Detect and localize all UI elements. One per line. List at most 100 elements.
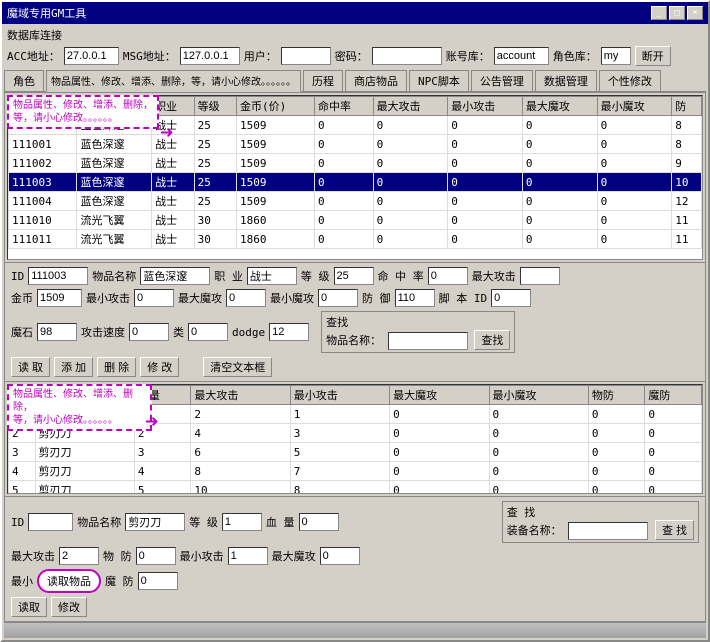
lower-modify-button[interactable]: 修改 <box>51 597 87 617</box>
col-price: 金币(价) <box>237 97 315 116</box>
db-input[interactable] <box>494 47 549 65</box>
status-bar <box>4 622 706 638</box>
pwd-input[interactable] <box>372 47 442 65</box>
upper-table-row[interactable]: 111003蓝色深邃战士2515090000010 <box>9 173 702 192</box>
lower-maxatk-label: 最大攻击 <box>11 548 55 564</box>
lower-min-label: 最小 <box>11 573 33 589</box>
menu-db[interactable]: 数据库连接 <box>7 29 62 42</box>
lower-level-input[interactable] <box>222 513 262 531</box>
upper-dodge-input[interactable] <box>269 323 309 341</box>
lower-pdef-input[interactable] <box>136 547 176 565</box>
upper-hit-input[interactable] <box>428 267 468 285</box>
add-button[interactable]: 添 加 <box>54 357 93 377</box>
user-input[interactable] <box>281 47 331 65</box>
upper-table-row[interactable]: 111004蓝色深邃战士2515090000012 <box>9 192 702 211</box>
equip-name-input[interactable] <box>568 522 648 540</box>
minimize-button[interactable]: _ <box>651 6 667 20</box>
upper-level-input[interactable] <box>334 267 374 285</box>
tab-shop[interactable]: 商店物品 <box>345 70 407 91</box>
upper-def-label: 防 御 <box>362 290 391 306</box>
upper-stone-input[interactable] <box>37 323 77 341</box>
search-name-input[interactable] <box>388 332 468 350</box>
upper-gold-input[interactable] <box>37 289 82 307</box>
maximize-button[interactable]: □ <box>669 6 685 20</box>
lower-search-label: 查 找 <box>507 506 536 519</box>
upper-speed-input[interactable] <box>129 323 169 341</box>
acc-input[interactable] <box>64 47 119 65</box>
col-minmatk: 最小魔攻 <box>597 97 672 116</box>
lower-id-input[interactable] <box>28 513 73 531</box>
lower-table-row[interactable]: 2剪刃刀2430000 <box>9 424 702 443</box>
lower-read-button[interactable]: 读取 <box>11 597 47 617</box>
lower-table-row[interactable]: 1剪刃刀1210000 <box>9 405 702 424</box>
upper-type-input[interactable] <box>188 323 228 341</box>
tab-custom[interactable]: 个性修改 <box>599 70 661 91</box>
upper-minatk-input[interactable] <box>134 289 174 307</box>
upper-minmatk-label: 最小魔攻 <box>270 290 314 306</box>
upper-foot-label: 脚 本 ID <box>439 290 488 306</box>
tab-announce[interactable]: 公告管理 <box>471 70 533 91</box>
lower-table-container[interactable]: 物品名称 血量 最大攻击 最小攻击 最大魔攻 最小魔攻 物防 魔防 <box>7 384 703 494</box>
lower-search-button[interactable]: 查 找 <box>655 520 694 540</box>
upper-minmatk-input[interactable] <box>318 289 358 307</box>
tab-item[interactable]: 物品属性、修改、增添、删除，等，请小心修改。。。。。。 <box>46 70 301 92</box>
lower-section: 物品属性、修改、增添、删除，等，请小心修改。。。。。。 ➜ 物品名称 血量 <box>5 381 705 621</box>
lower-maxatk-input[interactable] <box>59 547 99 565</box>
upper-table-row[interactable]: 111001蓝色深邃战士251509000008 <box>9 135 702 154</box>
upper-id-input[interactable] <box>28 267 88 285</box>
clear-button[interactable]: 清空文本框 <box>203 357 272 377</box>
delete-button[interactable]: 删 除 <box>97 357 136 377</box>
modify-button[interactable]: 修 改 <box>140 357 179 377</box>
upper-name-input[interactable] <box>140 267 210 285</box>
upper-maxatk-input[interactable] <box>520 267 560 285</box>
lower-table-row[interactable]: 3剪刃刀3650000 <box>9 443 702 462</box>
title-bar-buttons: _ □ × <box>651 6 703 20</box>
col-maxatk: 最大攻击 <box>373 97 448 116</box>
role-input[interactable] <box>601 47 631 65</box>
tab-npc[interactable]: NPC脚本 <box>409 70 469 91</box>
lower-id-label: ID <box>11 516 24 529</box>
lower-hp-input[interactable] <box>299 513 339 531</box>
upper-job-input[interactable] <box>247 267 297 285</box>
msg-input[interactable] <box>180 47 240 65</box>
upper-name-label: 物品名称 <box>92 268 136 284</box>
upper-speed-label: 攻击速度 <box>81 324 125 340</box>
read-button[interactable]: 读 取 <box>11 357 50 377</box>
menu-bar[interactable]: 数据库连接 <box>4 26 706 44</box>
col-minatk: 最小攻击 <box>448 97 523 116</box>
lower-mdef-input[interactable] <box>138 572 178 590</box>
upper-maxmatk-input[interactable] <box>226 289 266 307</box>
lower-minatk-input[interactable] <box>228 547 268 565</box>
col-hit: 命中率 <box>315 97 374 116</box>
search-button[interactable]: 查找 <box>474 330 510 350</box>
upper-foot-input[interactable] <box>491 289 531 307</box>
lcol-name: 物品名称 <box>35 386 134 405</box>
lcol-hp: 血量 <box>134 386 191 405</box>
lower-level-label: 等 级 <box>189 514 218 530</box>
lcol-maxmatk: 最大魔攻 <box>390 386 489 405</box>
upper-table-row[interactable]: 111011流光飞翼战士3018600000011 <box>9 230 702 249</box>
lower-table: 物品名称 血量 最大攻击 最小攻击 最大魔攻 最小魔攻 物防 魔防 <box>8 385 702 494</box>
upper-table-row[interactable]: 111002蓝色深邃战士251509000009 <box>9 154 702 173</box>
upper-table-row[interactable]: 111000蓝色深邃战士251509000008 <box>9 116 702 135</box>
tab-data[interactable]: 数据管理 <box>535 70 597 91</box>
search-label: 查找 <box>326 316 348 329</box>
search-box: 查找 物品名称： 查找 <box>321 311 515 353</box>
upper-dodge-label: dodge <box>232 326 265 339</box>
upper-table-container[interactable]: ID 物品名称 职业 等级 金币(价) 命中率 最大攻击 最小攻击 最大魔攻 <box>7 95 703 260</box>
msg-label: MSG地址： <box>123 48 176 64</box>
upper-job-label: 职 业 <box>214 268 243 284</box>
tab-role[interactable]: 角色 <box>4 70 44 91</box>
upper-table-row[interactable]: 111010流光飞翼战士3018600000011 <box>9 211 702 230</box>
lower-table-row[interactable]: 4剪刃刀4870000 <box>9 462 702 481</box>
window-title: 魔域专用GM工具 <box>7 5 86 21</box>
upper-def-input[interactable] <box>395 289 435 307</box>
lower-mdef-label: 魔 防 <box>105 573 134 589</box>
acc-label: ACC地址： <box>7 48 60 64</box>
lower-name-input[interactable] <box>125 513 185 531</box>
disconnect-button[interactable]: 断开 <box>635 46 671 66</box>
lower-table-row[interactable]: 5剪刃刀51080000 <box>9 481 702 495</box>
lower-maxmatk-input[interactable] <box>320 547 360 565</box>
tab-history[interactable]: 历程 <box>303 70 343 91</box>
close-button[interactable]: × <box>687 6 703 20</box>
